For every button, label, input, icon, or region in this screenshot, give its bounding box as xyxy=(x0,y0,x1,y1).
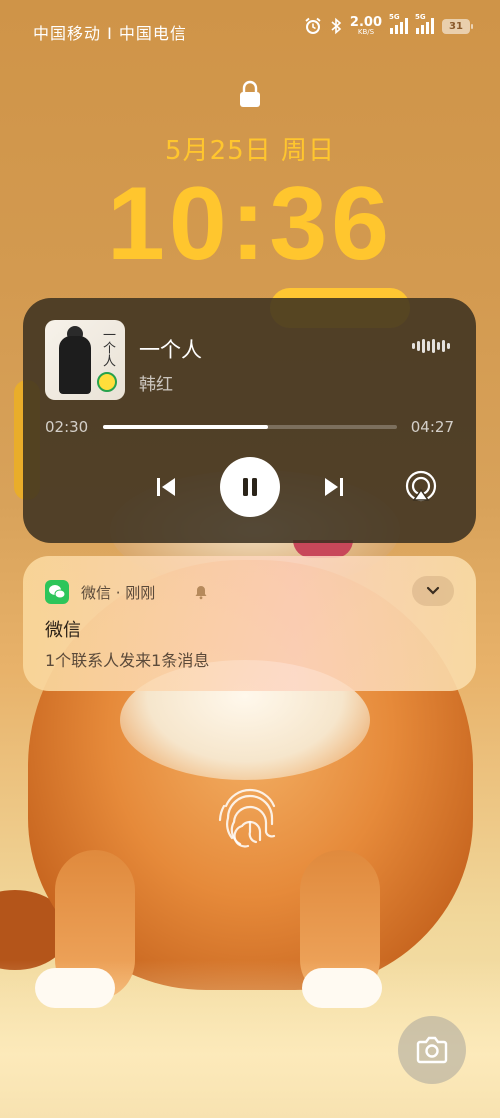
bluetooth-icon xyxy=(331,17,342,35)
song-artist: 韩红 xyxy=(139,375,173,395)
audio-wave-icon[interactable] xyxy=(412,338,450,354)
album-art-figure xyxy=(59,336,91,394)
previous-track-button[interactable] xyxy=(151,472,181,502)
alarm-icon xyxy=(305,17,321,34)
wallpaper-cat-paw xyxy=(302,968,382,1008)
total-time: 04:27 xyxy=(410,418,454,436)
network-speed: 2.00 KB/S xyxy=(350,16,382,36)
notification-title: 微信 xyxy=(45,620,81,641)
next-track-button[interactable] xyxy=(319,472,349,502)
airplay-icon xyxy=(405,470,437,502)
wechat-notification[interactable]: 微信 · 刚刚 微信 1个联系人发来1条消息 xyxy=(23,556,476,691)
lock-screen: 中国移动 I 中国电信 2.00 KB/S 5G 5G 31 5月25日 周日 … xyxy=(0,0,500,1118)
album-art-title: 一个人 xyxy=(100,328,115,367)
signal-sim2-icon: 5G xyxy=(415,13,434,34)
wechat-icon xyxy=(45,580,69,604)
camera-button[interactable] xyxy=(398,1016,466,1084)
notification-app-line: 微信 · 刚刚 xyxy=(81,584,156,602)
current-time: 02:30 xyxy=(45,418,89,436)
progress-fill xyxy=(103,425,269,429)
signal-sim1-icon: 5G xyxy=(389,13,408,34)
chevron-down-icon xyxy=(426,586,440,595)
media-player-card[interactable]: 一个人 一个人 韩红 02:30 04:27 xyxy=(23,298,476,543)
expand-notification-button[interactable] xyxy=(412,576,454,606)
carrier-label: 中国移动 I 中国电信 xyxy=(33,24,187,43)
network-speed-unit: KB/S xyxy=(357,28,375,36)
bell-icon xyxy=(195,586,207,600)
status-bar: 中国移动 I 中国电信 2.00 KB/S 5G 5G 31 xyxy=(0,0,500,60)
album-art[interactable]: 一个人 xyxy=(45,320,125,400)
audio-output-button[interactable] xyxy=(403,469,439,505)
sim1-network-tag: 5G xyxy=(389,13,400,21)
camera-icon xyxy=(416,1036,448,1064)
lock-icon xyxy=(240,80,260,107)
music-app-badge-icon xyxy=(97,372,117,392)
song-title: 一个人 xyxy=(139,338,202,362)
sim2-network-tag: 5G xyxy=(415,13,426,21)
battery-icon: 31 xyxy=(442,18,473,34)
wallpaper-cat-paw xyxy=(35,968,115,1008)
pause-icon xyxy=(243,478,257,496)
notification-body: 1个联系人发来1条消息 xyxy=(45,651,210,670)
pause-button[interactable] xyxy=(220,457,280,517)
fingerprint-icon[interactable] xyxy=(212,776,288,852)
status-icons: 2.00 KB/S 5G 5G 31 xyxy=(304,13,473,36)
progress-bar[interactable] xyxy=(103,425,397,429)
next-icon xyxy=(325,478,343,496)
lock-date: 5月25日 周日 xyxy=(165,136,335,166)
previous-icon xyxy=(157,478,175,496)
lock-clock: 10:36 xyxy=(107,166,393,282)
